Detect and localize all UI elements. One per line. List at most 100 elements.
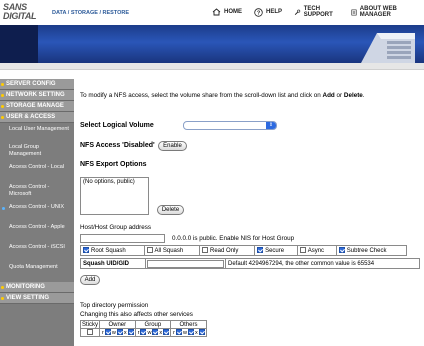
select-arrow-icon: ⇕ [266, 122, 276, 129]
group-exec-checkbox[interactable] [163, 329, 170, 335]
owner-write-checkbox[interactable] [116, 329, 123, 335]
option-label: Async [307, 248, 325, 254]
sidebar-item-quota-management[interactable]: Quota Management [0, 264, 74, 274]
option-label: Read Only [210, 248, 239, 254]
nav-home[interactable]: HOME [212, 8, 242, 16]
group-read-checkbox[interactable] [140, 329, 147, 335]
checkbox-unchecked-icon[interactable] [299, 247, 306, 253]
checkbox-checked-icon[interactable] [83, 247, 89, 253]
sidebar-item-user-access[interactable]: USER & ACCESS [0, 112, 74, 123]
sidebar-item-label: Local Group Management [9, 144, 42, 157]
sidebar-item-server-config[interactable]: SERVER CONFIG [0, 79, 74, 90]
permission-checkbox-row: rwx rwx rwx [79, 328, 207, 337]
sidebar-item-access-control-unix[interactable]: Access Control - UNIX [0, 204, 74, 220]
nav-help[interactable]: ? HELP [254, 7, 283, 17]
checkbox-checked-icon[interactable] [338, 247, 345, 253]
owner-read-checkbox[interactable] [104, 329, 111, 335]
active-indicator-icon [2, 207, 5, 210]
checkbox-unchecked-icon[interactable] [202, 247, 209, 253]
option-all-squash[interactable]: All Squash [143, 245, 201, 256]
nav-help-label: HELP [266, 9, 283, 15]
select-volume-label: Select Logical Volume [80, 122, 154, 129]
others-read-checkbox[interactable] [176, 329, 183, 335]
nav-tech-support[interactable]: TECH SUPPORT [294, 6, 339, 18]
host-address-hint: 0.0.0.0 is public. Enable NIS for Host G… [172, 235, 295, 242]
sidebar-item-label: MONITORING [6, 284, 45, 290]
sidebar-item-access-control-microsoft[interactable]: Access Control - Microsoft [0, 184, 74, 200]
sidebar-item-network-setting[interactable]: NETWORK SETTING [0, 90, 74, 101]
server-image [361, 33, 415, 63]
sidebar-item-label: SERVER CONFIG [6, 81, 56, 87]
sidebar: SERVER CONFIG NETWORK SETTING STORAGE MA… [0, 79, 74, 346]
perm-others-cell: rwx [170, 328, 207, 337]
top-nav: HOME ? HELP TECH SUPPORT ABOUT WEB MANAG… [212, 5, 424, 19]
delete-button[interactable]: Delete [157, 205, 184, 215]
permission-header-row: Sticky Owner Group Others [79, 320, 207, 329]
sidebar-item-access-control-apple[interactable]: Access Control - Apple [0, 224, 74, 240]
document-icon [351, 9, 357, 15]
option-read-only[interactable]: Read Only [199, 245, 256, 256]
sidebar-item-access-control-iscsi[interactable]: Access Control - iSCSI [0, 244, 74, 260]
nfs-options-row: Root Squash All Squash Read Only Secure … [80, 245, 408, 256]
option-secure[interactable]: Secure [254, 245, 298, 256]
nav-about[interactable]: ABOUT WEB MANAGER [351, 6, 412, 18]
sidebar-item-local-user-management[interactable]: Local User Management [0, 126, 74, 141]
sidebar-item-label: Access Control - Apple [9, 224, 65, 230]
sidebar-item-label: USER & ACCESS [6, 114, 56, 120]
others-write-checkbox[interactable] [188, 329, 194, 335]
banner-left-block [0, 25, 38, 63]
squash-table: Squash UID/GID Default 4294967294, the o… [80, 258, 420, 269]
permission-table: Sticky Owner Group Others r w x r w x r w x [79, 320, 207, 337]
sidebar-item-storage-manage[interactable]: STORAGE MANAGE [0, 101, 74, 112]
bullet-icon [1, 83, 4, 86]
perm-sticky-cell [79, 328, 101, 337]
logo[interactable]: SANS DIGITAL [3, 2, 41, 22]
intro-text: To modify a NFS access, select the volum… [80, 92, 365, 99]
squash-uid-label: Squash UID/GID [80, 258, 146, 269]
others-exec-checkbox[interactable] [198, 329, 205, 335]
header-banner [0, 25, 424, 63]
sticky-checkbox[interactable] [87, 329, 93, 335]
enable-button[interactable]: Enable [158, 141, 187, 151]
export-options-list[interactable]: (No options, public) [80, 177, 149, 215]
perm-letter-r: r [173, 330, 176, 336]
sidebar-item-local-group-management[interactable]: Local Group Management [0, 144, 74, 160]
export-option-item[interactable]: (No options, public) [83, 179, 146, 185]
logical-volume-select[interactable]: ⇕ [183, 121, 277, 130]
perm-owner-cell: rwx [99, 328, 136, 337]
option-label: Root Squash [91, 248, 126, 254]
checkbox-unchecked-icon[interactable] [146, 247, 153, 253]
perm-letter-w: w [111, 330, 116, 336]
add-button[interactable]: Add [80, 275, 100, 285]
squash-row: Squash UID/GID Default 4294967294, the o… [80, 258, 420, 269]
host-address-input[interactable] [80, 234, 165, 243]
option-async[interactable]: Async [296, 245, 337, 256]
export-options-label: NFS Export Options [80, 161, 147, 168]
top-bar: SANS DIGITAL DATA / STORAGE / RESTORE HO… [0, 0, 424, 24]
sidebar-item-label: Local User Management [9, 126, 69, 132]
checkbox-checked-icon[interactable] [257, 247, 264, 253]
perm-letter-x: x [195, 330, 198, 336]
top-permission-label: Top directory permission [80, 302, 149, 309]
squash-uid-input[interactable] [147, 259, 224, 268]
group-write-checkbox[interactable] [152, 329, 159, 335]
sidebar-item-monitoring[interactable]: MONITORING [0, 282, 74, 293]
option-subtree-check[interactable]: Subtree Check [335, 245, 408, 256]
sidebar-item-label: Access Control - Microsoft [9, 184, 50, 197]
nfs-options-table: Root Squash All Squash Read Only Secure … [80, 245, 408, 256]
owner-exec-checkbox[interactable] [127, 329, 134, 335]
sidebar-item-view-setting[interactable]: VIEW SETTING [0, 293, 74, 304]
bullet-icon [1, 94, 4, 97]
bullet-icon [1, 286, 4, 289]
breadcrumb[interactable]: DATA / STORAGE / RESTORE [52, 10, 129, 16]
nfs-access-status: NFS Access 'Disabled' [80, 142, 155, 149]
option-root-squash[interactable]: Root Squash [80, 245, 145, 256]
sidebar-item-label: STORAGE MANAGE [6, 103, 64, 109]
squash-uid-cell [145, 258, 226, 269]
perm-letter-x: x [123, 330, 127, 336]
intro-delete-word: Delete [343, 92, 363, 99]
sidebar-item-access-control-local[interactable]: Access Control - Local [0, 164, 74, 180]
host-address-label: Host/Host Group address [80, 224, 152, 231]
sidebar-item-label: NETWORK SETTING [6, 92, 65, 98]
perm-letter-x: x [159, 330, 163, 336]
